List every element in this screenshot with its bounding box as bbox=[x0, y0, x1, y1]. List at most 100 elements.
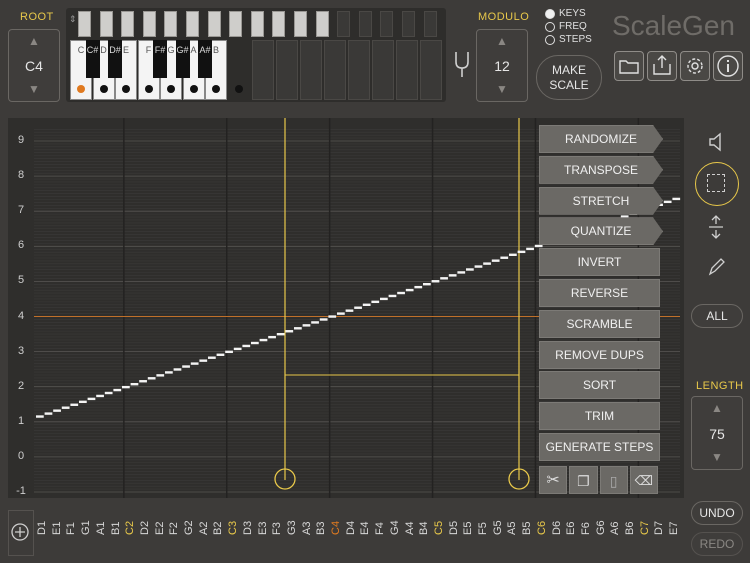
scale-step[interactable] bbox=[405, 288, 414, 292]
speaker-icon[interactable] bbox=[705, 130, 729, 154]
scale-step[interactable] bbox=[345, 309, 354, 312]
menu-randomize-button[interactable]: RANDOMIZE bbox=[539, 125, 663, 153]
scale-step[interactable] bbox=[509, 253, 517, 256]
menu-reverse-button[interactable]: REVERSE bbox=[539, 279, 660, 307]
length-down-icon[interactable]: ▼ bbox=[692, 450, 742, 464]
folder-button[interactable] bbox=[614, 51, 644, 81]
length-up-icon[interactable]: ▲ bbox=[692, 401, 742, 415]
root-stepper[interactable]: ▲ C4 ▼ bbox=[8, 29, 60, 102]
key-slider[interactable] bbox=[99, 11, 113, 37]
scale-step[interactable] bbox=[173, 368, 182, 371]
scale-step[interactable] bbox=[122, 385, 130, 389]
key-slider[interactable] bbox=[272, 11, 286, 37]
key-slider[interactable] bbox=[78, 11, 91, 37]
modulo-stepper[interactable]: ▲ 12 ▼ bbox=[476, 29, 528, 102]
scale-step[interactable] bbox=[216, 353, 225, 356]
radio-icon[interactable] bbox=[545, 8, 555, 19]
menu-generate-steps-button[interactable]: GENERATE STEPS bbox=[539, 433, 660, 461]
key-slider[interactable] bbox=[142, 11, 156, 37]
key-slider[interactable] bbox=[207, 11, 221, 37]
scale-step[interactable] bbox=[104, 391, 113, 395]
menu-remove-dups-button[interactable]: REMOVE DUPS bbox=[539, 340, 660, 369]
scale-step[interactable] bbox=[70, 403, 79, 406]
scale-step[interactable] bbox=[431, 280, 440, 283]
scale-step[interactable] bbox=[414, 285, 423, 289]
scale-step[interactable] bbox=[251, 341, 259, 345]
key-dot[interactable] bbox=[99, 85, 108, 93]
active-key-dot[interactable] bbox=[77, 85, 85, 93]
scale-step[interactable] bbox=[182, 365, 190, 368]
key-dot[interactable] bbox=[234, 85, 243, 93]
key-slider[interactable] bbox=[229, 11, 243, 37]
key-slider[interactable] bbox=[380, 11, 394, 37]
scale-step[interactable] bbox=[242, 344, 251, 348]
root-down-icon[interactable]: ▼ bbox=[9, 82, 59, 96]
scale-step[interactable] bbox=[96, 394, 104, 398]
scale-step[interactable] bbox=[268, 335, 276, 339]
key-dot[interactable] bbox=[189, 85, 198, 93]
key-dot[interactable] bbox=[144, 85, 153, 93]
scale-step[interactable] bbox=[474, 265, 483, 268]
scale-step[interactable] bbox=[423, 282, 431, 286]
scale-step[interactable] bbox=[337, 312, 345, 315]
key-slider[interactable] bbox=[164, 11, 178, 37]
settings-button[interactable] bbox=[680, 51, 710, 81]
scale-step[interactable] bbox=[259, 338, 268, 342]
copy-icon[interactable]: ❐ bbox=[569, 466, 598, 494]
menu-trim-button[interactable]: TRIM bbox=[539, 402, 660, 431]
scale-step[interactable] bbox=[311, 321, 319, 324]
scale-step[interactable] bbox=[147, 377, 156, 380]
menu-stretch-button[interactable]: STRETCH bbox=[539, 186, 663, 215]
delete-icon[interactable]: ⌫ bbox=[629, 466, 658, 494]
modulo-up-icon[interactable]: ▲ bbox=[477, 34, 527, 48]
scale-step[interactable] bbox=[36, 415, 44, 418]
scale-step[interactable] bbox=[61, 406, 70, 409]
scale-step[interactable] bbox=[87, 397, 96, 401]
scale-step[interactable] bbox=[208, 356, 216, 359]
scale-step[interactable] bbox=[526, 247, 534, 251]
scale-step[interactable] bbox=[302, 324, 311, 327]
modulo-down-icon[interactable]: ▼ bbox=[477, 82, 527, 96]
scale-step[interactable] bbox=[156, 374, 165, 377]
root-up-icon[interactable]: ▲ bbox=[9, 34, 59, 48]
scale-step[interactable] bbox=[500, 256, 509, 259]
scale-step[interactable] bbox=[457, 271, 466, 274]
scale-step[interactable] bbox=[294, 327, 302, 330]
scale-step[interactable] bbox=[328, 315, 337, 318]
make-scale-button[interactable]: MAKE SCALE bbox=[536, 55, 602, 100]
info-button[interactable] bbox=[713, 51, 743, 81]
redo-button[interactable]: REDO bbox=[691, 532, 743, 556]
menu-transpose-button[interactable]: TRANSPOSE bbox=[539, 155, 663, 184]
sort-arrows-icon[interactable]: ⇕ bbox=[69, 14, 77, 25]
radio-icon[interactable] bbox=[545, 34, 555, 45]
stretch-vertical-icon[interactable] bbox=[706, 214, 726, 240]
mode-option-keys[interactable]: KEYS bbox=[545, 8, 586, 19]
key-slider[interactable] bbox=[358, 11, 372, 37]
tuning-fork-icon[interactable] bbox=[452, 50, 472, 78]
select-all-button[interactable]: ALL bbox=[691, 304, 743, 328]
scale-step[interactable] bbox=[663, 200, 672, 204]
mode-option-freq[interactable]: FREQ bbox=[545, 21, 587, 32]
scale-step[interactable] bbox=[380, 297, 388, 301]
key-slider[interactable] bbox=[121, 11, 135, 37]
scale-step[interactable] bbox=[354, 306, 362, 309]
scale-step[interactable] bbox=[285, 330, 294, 333]
key-slider[interactable] bbox=[250, 11, 264, 37]
mode-option-steps[interactable]: STEPS bbox=[545, 34, 592, 45]
select-tool-button[interactable] bbox=[695, 162, 739, 206]
menu-scramble-button[interactable]: SCRAMBLE bbox=[539, 309, 660, 338]
scale-step[interactable] bbox=[233, 347, 242, 351]
scale-step[interactable] bbox=[483, 262, 491, 265]
key-slider[interactable] bbox=[337, 11, 351, 37]
key-dot[interactable] bbox=[212, 85, 220, 93]
scale-step[interactable] bbox=[448, 274, 457, 277]
key-slider[interactable] bbox=[315, 11, 329, 37]
key-slider[interactable] bbox=[294, 11, 307, 37]
scale-step[interactable] bbox=[466, 268, 474, 271]
scale-step[interactable] bbox=[190, 362, 199, 365]
scale-step[interactable] bbox=[79, 400, 87, 404]
scale-step[interactable] bbox=[199, 359, 208, 362]
key-slider[interactable] bbox=[186, 11, 199, 37]
scale-step[interactable] bbox=[53, 409, 61, 412]
key-slider[interactable] bbox=[402, 11, 415, 37]
